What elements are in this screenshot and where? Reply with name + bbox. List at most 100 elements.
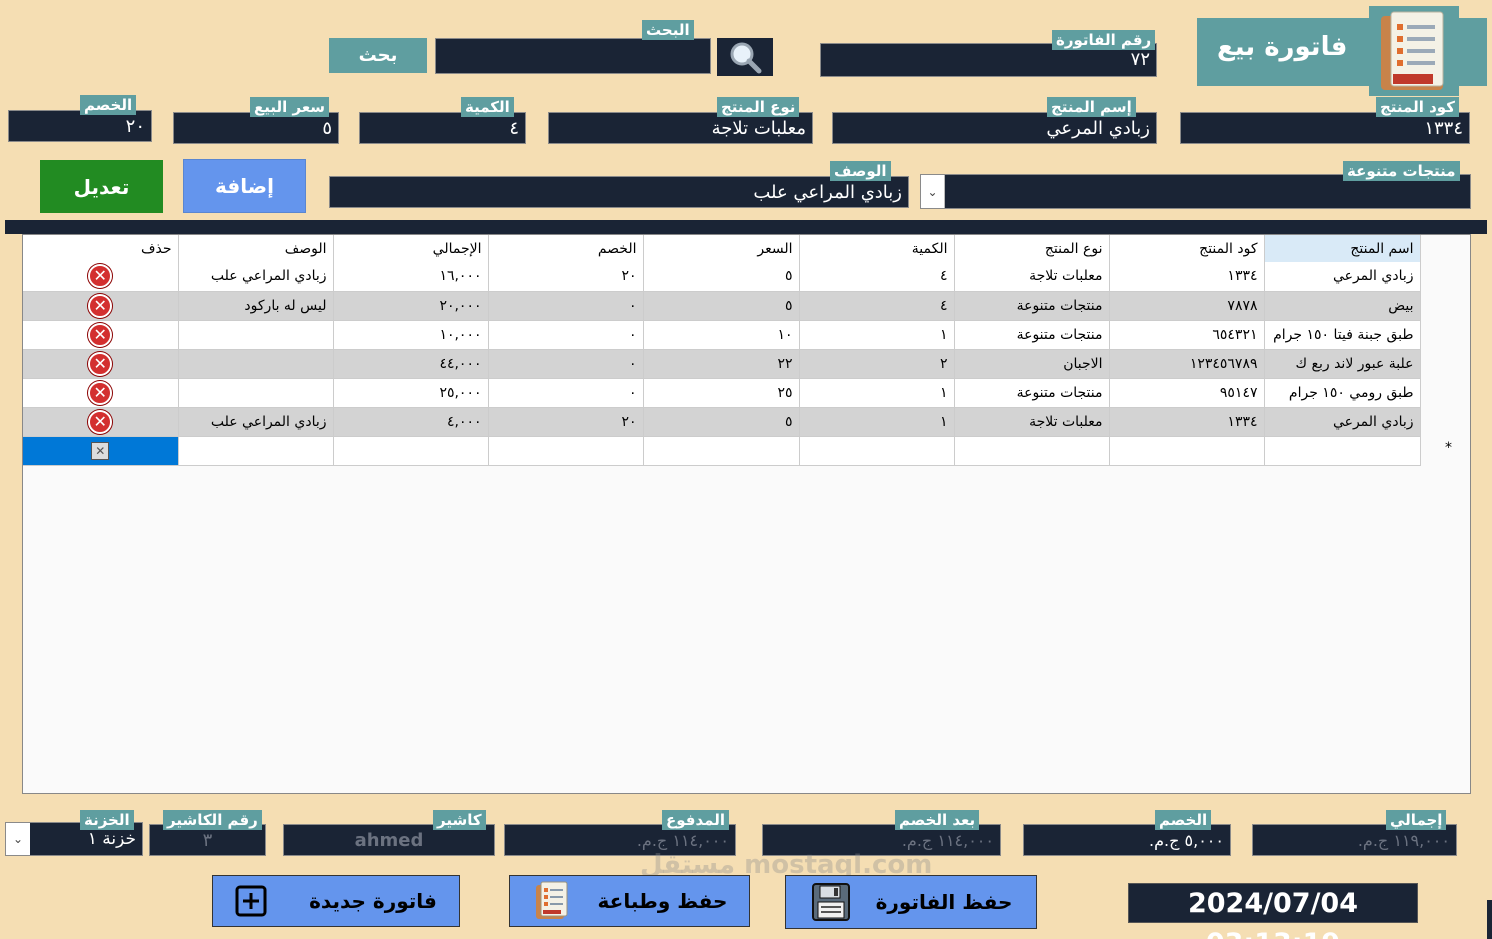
table-row[interactable]: ✕ ٤٤,٠٠٠ ٠ ٢٢ ٢ الاجبان ١٢٣٤٥٦٧٨٩ علبة عبور لان… — [23, 349, 1421, 379]
delete-icon[interactable]: ✕ — [88, 351, 113, 376]
cell-total[interactable]: ٢٠,٠٠٠ — [333, 291, 489, 321]
cell-total[interactable]: ٤,٠٠٠ — [333, 407, 489, 437]
add-button[interactable]: إضافة — [183, 159, 306, 213]
cell-name[interactable]: زبادي المرعي — [1264, 407, 1421, 437]
table-row[interactable]: ✕ ١٠,٠٠٠ ٠ ١٠ ١ منتجات متنوعة ٦٥٤٣٢١ طبق جبنة ف… — [23, 320, 1421, 350]
new-row-cell[interactable] — [178, 436, 334, 466]
cell-quantity[interactable]: ٢ — [799, 349, 955, 379]
chevron-down-icon[interactable]: ⌄ — [6, 823, 30, 855]
cell-name[interactable]: علبة عبور لاند ربع ك — [1264, 349, 1421, 379]
cell-discount[interactable]: ٠ — [488, 349, 644, 379]
cell-type[interactable]: منتجات متنوعة — [954, 291, 1110, 321]
new-row-cell[interactable] — [1109, 436, 1265, 466]
chevron-down-icon[interactable]: ⌄ — [921, 175, 945, 208]
cell-discount[interactable]: ٢٠ — [488, 262, 644, 292]
cell-price[interactable]: ٥ — [643, 407, 800, 437]
col-product-code[interactable]: كود المنتج — [1109, 235, 1265, 262]
col-discount[interactable]: الخصم — [488, 235, 644, 262]
delete-icon[interactable]: ✕ — [88, 293, 113, 318]
cell-price[interactable]: ٥ — [643, 291, 800, 321]
cell-total[interactable]: ٤٤,٠٠٠ — [333, 349, 489, 379]
table-row[interactable]: ✕ ٢٥,٠٠٠ ٠ ٢٥ ١ منتجات متنوعة ٩٥١٤٧ طبق رومي ١٥… — [23, 378, 1421, 408]
delete-cell[interactable]: ✕ — [23, 291, 179, 321]
cell-discount[interactable]: ٢٠ — [488, 407, 644, 437]
delete-cell[interactable]: ✕ — [23, 407, 179, 437]
cell-quantity[interactable]: ١ — [799, 320, 955, 350]
cell-code[interactable]: ٩٥١٤٧ — [1109, 378, 1265, 408]
cell-price[interactable]: ٢٢ — [643, 349, 800, 379]
grid-header-row: حذف الوصف الإجمالي الخصم السعر الكمية نو… — [23, 235, 1421, 262]
new-row[interactable]: ✕ — [23, 436, 1421, 466]
new-invoice-button[interactable]: فاتورة جديدة — [212, 875, 460, 927]
col-product-name[interactable]: اسم المنتج — [1264, 235, 1421, 262]
delete-cell[interactable]: ✕ — [23, 320, 179, 350]
cell-description[interactable] — [178, 378, 334, 408]
cell-quantity[interactable]: ١ — [799, 378, 955, 408]
cell-quantity[interactable]: ٤ — [799, 262, 955, 292]
col-description[interactable]: الوصف — [178, 235, 334, 262]
new-row-cell[interactable] — [488, 436, 644, 466]
cell-description[interactable]: زبادي المراعي علب — [178, 262, 334, 292]
cell-price[interactable]: ١٠ — [643, 320, 800, 350]
cell-description[interactable]: زبادي المراعي علب — [178, 407, 334, 437]
delete-cell[interactable]: ✕ — [23, 378, 179, 408]
cell-type[interactable]: منتجات متنوعة — [954, 320, 1110, 350]
table-row[interactable]: ✕ زبادي المراعي علب ٤,٠٠٠ ٢٠ ٥ ١ معلبات تلاجة ١… — [23, 407, 1421, 437]
new-row-cell[interactable] — [799, 436, 955, 466]
cell-code[interactable]: ٧٨٧٨ — [1109, 291, 1265, 321]
delete-icon[interactable]: ✕ — [88, 380, 113, 405]
cell-quantity[interactable]: ٤ — [799, 291, 955, 321]
search-icon-button[interactable] — [717, 38, 773, 76]
cell-code[interactable]: ١٣٣٤ — [1109, 407, 1265, 437]
edit-button[interactable]: تعديل — [40, 160, 163, 213]
cell-code[interactable]: ٦٥٤٣٢١ — [1109, 320, 1265, 350]
search-input[interactable] — [435, 38, 711, 74]
cell-code[interactable]: ١٢٣٤٥٦٧٨٩ — [1109, 349, 1265, 379]
col-product-type[interactable]: نوع المنتج — [954, 235, 1110, 262]
cell-total[interactable]: ٢٥,٠٠٠ — [333, 378, 489, 408]
cell-discount[interactable]: ٠ — [488, 291, 644, 321]
cell-name[interactable]: زبادي المرعي — [1264, 262, 1421, 292]
cell-price[interactable]: ٢٥ — [643, 378, 800, 408]
save-print-button[interactable]: حفظ وطباعة — [509, 875, 750, 927]
cell-code[interactable]: ١٣٣٤ — [1109, 262, 1265, 292]
col-price[interactable]: السعر — [643, 235, 800, 262]
cell-type[interactable]: الاجبان — [954, 349, 1110, 379]
table-row[interactable]: ✕ زبادي المراعي علب ١٦,٠٠٠ ٢٠ ٥ ٤ معلبات تلاجة… — [23, 262, 1421, 292]
new-row-delete-cell[interactable]: ✕ — [23, 436, 179, 466]
cell-total[interactable]: ١٠,٠٠٠ — [333, 320, 489, 350]
cell-price[interactable]: ٥ — [643, 262, 800, 292]
cell-description[interactable]: ليس له باركود — [178, 291, 334, 321]
cell-total[interactable]: ١٦,٠٠٠ — [333, 262, 489, 292]
delete-cell[interactable]: ✕ — [23, 262, 179, 292]
delete-icon[interactable]: ✕ — [88, 409, 113, 434]
cell-discount[interactable]: ٠ — [488, 378, 644, 408]
cell-type[interactable]: منتجات متنوعة — [954, 378, 1110, 408]
cell-name[interactable]: بيض — [1264, 291, 1421, 321]
cell-quantity[interactable]: ١ — [799, 407, 955, 437]
col-delete[interactable]: حذف — [23, 235, 179, 262]
cell-name[interactable]: طبق جبنة فيتا ١٥٠ جرام — [1264, 320, 1421, 350]
table-row[interactable]: ✕ ليس له باركود ٢٠,٠٠٠ ٠ ٥ ٤ منتجات متنوعة ٧٨٧٨… — [23, 291, 1421, 321]
cell-description[interactable] — [178, 320, 334, 350]
save-invoice-button[interactable]: حفظ الفاتورة — [785, 875, 1037, 929]
new-row-cell[interactable] — [1264, 436, 1421, 466]
product-name-label: إسم المنتج — [1047, 97, 1136, 117]
delete-icon[interactable]: ✕ — [88, 322, 113, 347]
search-label: البحث — [642, 20, 694, 40]
new-row-cell[interactable] — [954, 436, 1110, 466]
cell-description[interactable] — [178, 349, 334, 379]
search-button[interactable]: بحث — [329, 38, 427, 73]
col-total[interactable]: الإجمالي — [333, 235, 489, 262]
new-row-cell[interactable] — [333, 436, 489, 466]
cell-type[interactable]: معلبات تلاجة — [954, 407, 1110, 437]
cell-name[interactable]: طبق رومي ١٥٠ جرام — [1264, 378, 1421, 408]
col-quantity[interactable]: الكمية — [799, 235, 955, 262]
delete-cell[interactable]: ✕ — [23, 349, 179, 379]
delete-icon[interactable]: ✕ — [88, 264, 113, 289]
description-field[interactable]: زبادي المراعي علب — [329, 176, 909, 208]
new-row-cell[interactable] — [643, 436, 800, 466]
invoice-items-grid[interactable]: حذف الوصف الإجمالي الخصم السعر الكمية نو… — [22, 234, 1471, 794]
cell-discount[interactable]: ٠ — [488, 320, 644, 350]
cell-type[interactable]: معلبات تلاجة — [954, 262, 1110, 292]
